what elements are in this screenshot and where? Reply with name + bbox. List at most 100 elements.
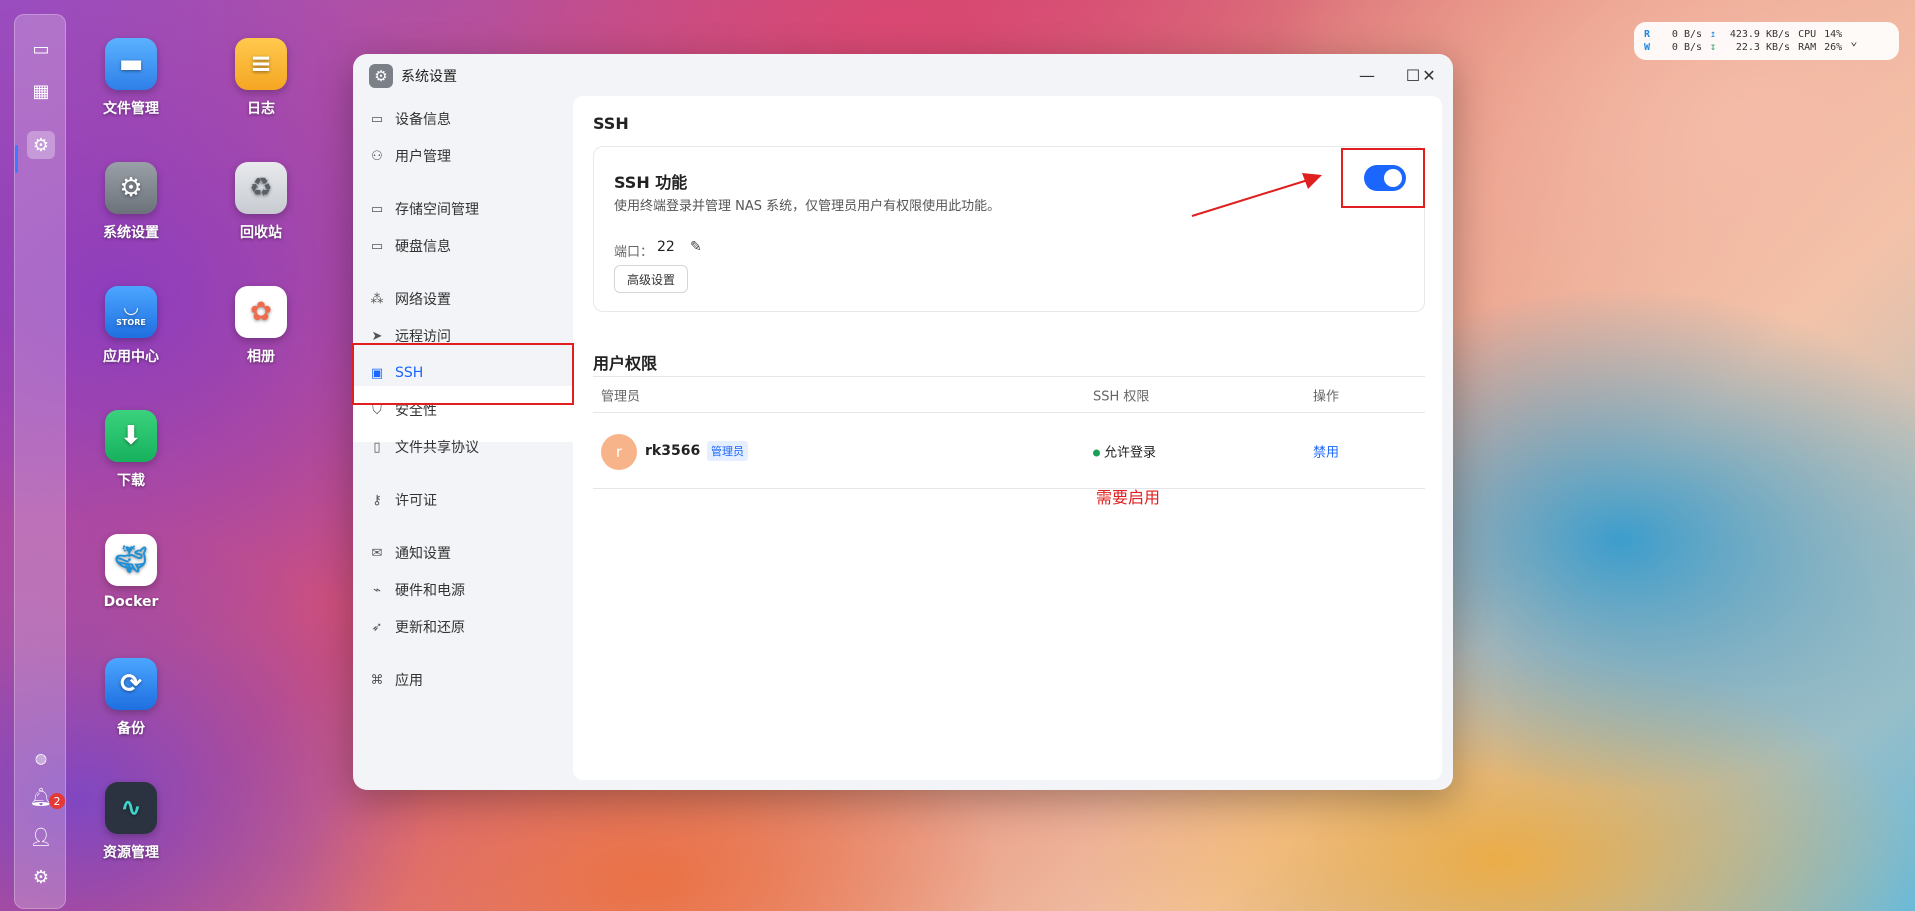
store-icon-text: STORE [116,318,146,327]
desktop-icon-docker[interactable]: 🐳︎ Docker [76,534,186,610]
annotation-box-ssh [352,343,574,405]
permissions-table-header: 管理员 SSH 权限 操作 [593,376,1425,413]
avatar: r [601,434,637,470]
desktop-icon-photos[interactable]: ✿ 相册 [206,286,316,366]
sidebar-item-label: 硬盘信息 [395,239,451,255]
port-label: 端口： [614,245,654,260]
window-titlebar[interactable]: ⚙ 系统设置 — ☐ ✕ [353,54,1453,96]
sidebar-item-storage[interactable]: ▭ 存储空间管理 [369,192,555,226]
dock-active-indicator [15,145,18,173]
sidebar-item-label: 许可证 [395,493,437,509]
chevron-down-icon[interactable]: ⌄ [1850,34,1857,48]
sidebar-item-file-sharing[interactable]: ▯ 文件共享协议 [369,430,555,464]
disk-icon: ▭ [370,238,384,254]
desktop-icon-label: 系统设置 [103,225,159,241]
sidebar-item-license[interactable]: ⚷ 许可证 [369,483,555,517]
table-row: r rk3566 管理员 允许登录 禁用 [593,413,1425,489]
rocket-icon: ➶ [371,619,383,635]
ram-label: RAM [1798,42,1817,53]
sidebar-item-label: 网络设置 [395,292,451,308]
sidebar-item-label: 硬件和电源 [395,583,465,599]
desktop-icon-store[interactable]: ◡ STORE 应用中心 [76,286,186,366]
settings-app-icon: ⚙ [369,64,393,88]
gear-icon[interactable]: ⚙ [27,863,55,891]
status-icon[interactable]: ◍ [27,745,55,773]
apps-icon: ⌘ [370,672,384,688]
log-icon: ≡ [235,38,287,90]
ssh-permission-status: 允许登录 [1093,441,1156,460]
sidebar-item-apps[interactable]: ⌘ 应用 [369,663,555,697]
desktop-icon-files[interactable]: ▬ 文件管理 [76,38,186,118]
sidebar-item-device-info[interactable]: ▭ 设备信息 [369,102,555,136]
desktop-icon-settings[interactable]: ⚙ 系统设置 [76,162,186,242]
permission-text: 允许登录 [1104,445,1157,460]
sidebar-item-disk[interactable]: ▭ 硬盘信息 [369,229,555,263]
drive-icon: ▭ [370,111,384,127]
sidebar-item-label: 文件共享协议 [395,440,479,456]
write-rate: 0 B/s [1671,42,1703,53]
advanced-settings-button[interactable]: 高级设置 [614,265,689,293]
desktop-icon-backup[interactable]: ⟳ 备份 [76,658,186,738]
desktop-icon-recycle[interactable]: ♻ 回收站 [206,162,316,242]
desktop-icon-download[interactable]: ⬇ 下载 [76,410,186,490]
desktop-icon-label: 应用中心 [103,349,159,365]
column-action: 操作 [1313,389,1340,404]
write-label: W [1644,42,1651,53]
annotation-arrow-icon [1191,173,1322,217]
docker-icon: 🐳︎ [105,534,157,586]
sidebar-item-label: 通知设置 [395,546,451,562]
send-icon: ➤ [371,328,383,344]
recycle-bin-icon: ♻ [235,162,287,214]
resource-monitor-icon: ∿ [105,782,157,834]
desktop-icon-label: 文件管理 [103,101,159,117]
status-dot-icon [1093,449,1100,456]
key-icon: ⚷ [372,492,382,508]
close-button[interactable]: ✕ [1415,62,1443,88]
section-title: SSH [593,114,629,133]
desktop-icon-label: 日志 [247,101,275,117]
username: rk3566 [645,442,701,459]
desktop-icon-label: 相册 [247,349,275,365]
sidebar-item-notifications[interactable]: ✉ 通知设置 [369,536,555,570]
system-monitor-widget[interactable]: R W 0 B/s 0 B/s ↥ ↧ 423.9 KB/s 22.3 KB/s… [1634,22,1899,60]
app-grid-icon[interactable]: ▦ [27,77,55,105]
monitor-icon[interactable]: ▭ [27,35,55,63]
cpu-label: CPU [1798,29,1817,40]
photos-icon: ✿ [235,286,287,338]
desktop-icon-resource[interactable]: ∿ 资源管理 [76,782,186,862]
sidebar-item-users[interactable]: ⚇ 用户管理 [369,139,555,173]
column-admin: 管理员 [601,389,641,404]
user-icon[interactable]: 👤︎ [27,823,55,851]
notification-badge: 2 [49,793,65,809]
sidebar-item-label: 用户管理 [395,149,451,165]
network-icon: ⁂ [370,291,384,307]
minimize-button[interactable]: — [1353,62,1381,88]
sidebar-item-label: 应用 [395,673,423,689]
role-badge: 管理员 [707,440,748,461]
sidebar-item-hardware[interactable]: ⌁ 硬件和电源 [369,573,555,607]
port-value: 22 [657,239,675,255]
disable-link[interactable]: 禁用 [1313,441,1339,460]
edit-icon[interactable]: ✎ [690,239,702,255]
desktop-icon-label: 备份 [117,721,145,737]
upload-arrow-icon: ↥ [1710,29,1717,40]
sidebar-item-network[interactable]: ⁂ 网络设置 [369,282,555,316]
desktop-icon-label: 下载 [117,473,145,489]
sidebar-item-label: 设备信息 [395,112,451,128]
download-rate: 22.3 KB/s [1735,42,1791,53]
annotation-box-toggle [1341,148,1425,208]
download-icon: ⬇ [105,410,157,462]
file-icon: ▯ [373,439,381,455]
desktop-icon-log[interactable]: ≡ 日志 [206,38,316,118]
sidebar-item-update[interactable]: ➶ 更新和还原 [369,610,555,644]
power-icon: ⌁ [373,582,381,598]
desktop-icon-label: 回收站 [240,225,282,241]
settings-window: ⚙ 系统设置 — ☐ ✕ ▭ 设备信息 ⚇ 用户管理 ▭ 存储空间管理 ▭ 硬盘信息 ⁂… [353,54,1453,790]
sidebar-item-label: 存储空间管理 [395,202,479,218]
ram-value: 26% [1824,42,1843,53]
download-arrow-icon: ↧ [1710,42,1717,53]
settings-dock-icon[interactable]: ⚙ [27,131,55,159]
settings-sidebar: ▭ 设备信息 ⚇ 用户管理 ▭ 存储空间管理 ▭ 硬盘信息 ⁂ 网络设置 ➤ 远程访问 ▣ S… [353,96,573,790]
column-ssh-permission: SSH 权限 [1093,389,1150,404]
gear-icon: ⚙ [105,162,157,214]
